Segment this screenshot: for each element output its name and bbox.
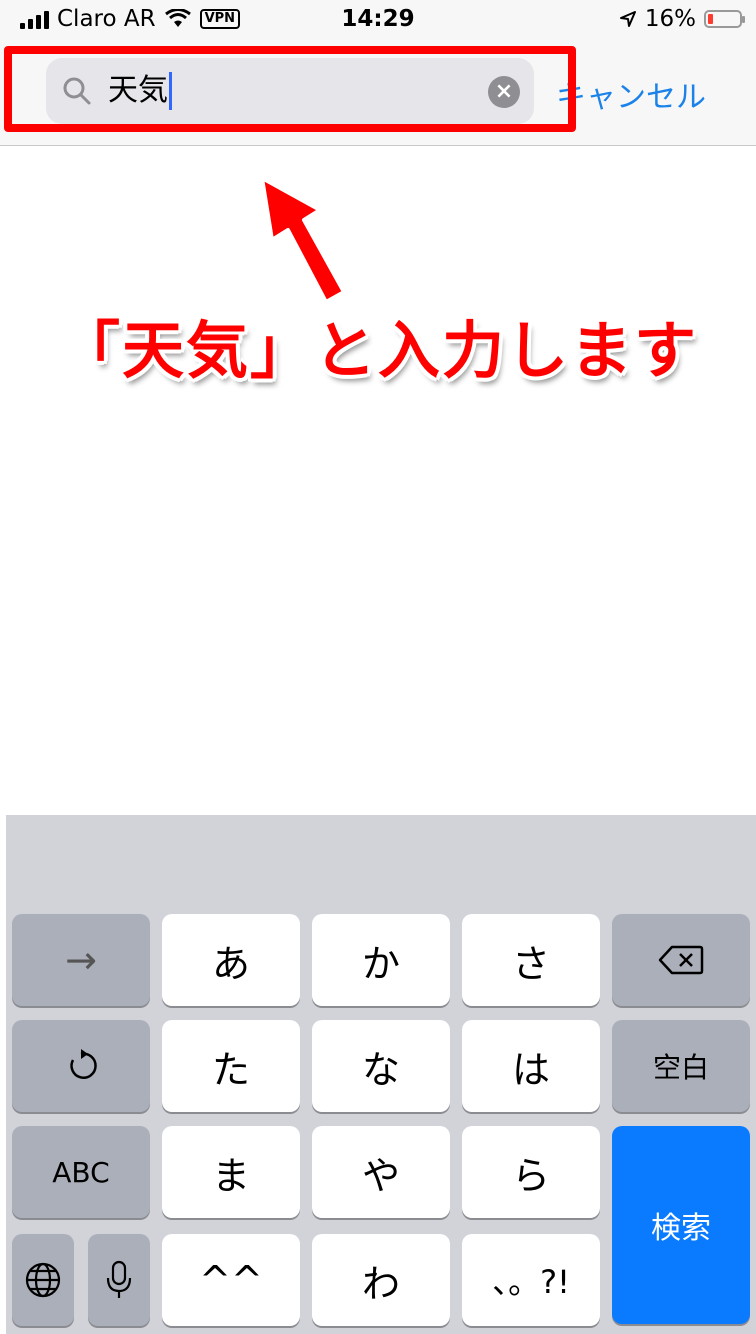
annotation-caption: 「天気」と入力します xyxy=(57,314,698,387)
delete-icon xyxy=(658,945,704,975)
globe-icon xyxy=(25,1262,61,1298)
globe-button[interactable] xyxy=(12,1234,74,1326)
key-ya[interactable]: や xyxy=(312,1126,450,1218)
highlight-frame xyxy=(4,46,576,132)
mic-icon xyxy=(106,1260,132,1298)
keyboard: → あ か さ た な は 空白 ABC ま や ら 検索 ^^ わ 、。?! xyxy=(6,815,756,1334)
status-bar: Claro AR VPN 14:29 16% xyxy=(0,0,756,42)
key-next-arrow[interactable]: → xyxy=(12,914,150,1006)
key-kaomoji[interactable]: ^^ xyxy=(162,1234,300,1326)
key-punctuation[interactable]: 、。?! xyxy=(462,1234,600,1326)
cancel-button[interactable]: キャンセル xyxy=(556,72,706,116)
key-a[interactable]: あ xyxy=(162,914,300,1006)
mic-button[interactable] xyxy=(88,1234,150,1326)
key-ra[interactable]: ら xyxy=(462,1126,600,1218)
key-ma[interactable]: ま xyxy=(162,1126,300,1218)
location-icon xyxy=(619,11,636,27)
key-ha[interactable]: は xyxy=(462,1020,600,1112)
key-sa[interactable]: さ xyxy=(462,914,600,1006)
battery-icon xyxy=(704,10,745,28)
abc-button[interactable]: ABC xyxy=(12,1126,150,1218)
undo-button[interactable] xyxy=(12,1020,150,1112)
status-right: 16% xyxy=(619,6,745,32)
key-ta[interactable]: た xyxy=(162,1020,300,1112)
key-ka[interactable]: か xyxy=(312,914,450,1006)
search-button[interactable]: 検索 xyxy=(612,1126,750,1324)
annotation-arrow-icon xyxy=(260,176,346,304)
delete-button[interactable] xyxy=(612,914,750,1006)
arrow-right-icon: → xyxy=(65,938,97,982)
battery-percent: 16% xyxy=(644,6,696,32)
key-wa[interactable]: わ xyxy=(312,1234,450,1326)
key-na[interactable]: な xyxy=(312,1020,450,1112)
undo-icon xyxy=(70,1049,97,1079)
space-button[interactable]: 空白 xyxy=(612,1020,750,1112)
